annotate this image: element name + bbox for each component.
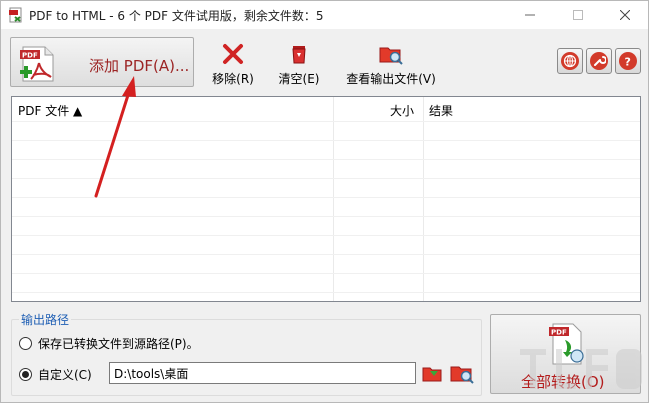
app-icon: [8, 7, 24, 23]
custom-path-input[interactable]: [109, 362, 416, 384]
folder-open-icon: [422, 367, 442, 382]
view-output-button[interactable]: 查看输出文件(V): [341, 43, 441, 87]
add-pdf-button[interactable]: PDF 添加 PDF(A)...: [10, 37, 194, 87]
remove-button[interactable]: 移除(R): [208, 43, 258, 87]
output-path-group-title: 输出路径: [19, 311, 72, 328]
close-button[interactable]: [605, 1, 645, 29]
web-button[interactable]: [557, 48, 583, 74]
radio-circle[interactable]: [19, 337, 32, 350]
svg-text:PDF: PDF: [22, 52, 38, 60]
row-gridline: [12, 235, 640, 236]
maximize-button[interactable]: [558, 1, 598, 29]
folder-search-icon: [450, 366, 474, 384]
radio-custom-path[interactable]: 自定义(C): [19, 366, 92, 383]
file-list[interactable]: PDF 文件 ▲ 大小 结果: [11, 96, 641, 302]
view-output-label: 查看输出文件(V): [346, 72, 436, 86]
title-bar: PDF to HTML - 6 个 PDF 文件试用版，剩余文件数：5: [1, 1, 648, 29]
column-divider: [423, 97, 424, 301]
row-gridline: [12, 197, 640, 198]
add-pdf-label: 添加 PDF(A)...: [89, 57, 190, 75]
app-window: PDF to HTML - 6 个 PDF 文件试用版，剩余文件数：5 PDF …: [0, 0, 649, 403]
column-header-size[interactable]: 大小: [390, 102, 414, 119]
window-title: PDF to HTML - 6 个 PDF 文件试用版，剩余文件数：5: [29, 9, 324, 23]
output-path-group: 输出路径 保存已转换文件到源路径(P)。 自定义(C): [11, 311, 482, 396]
column-divider: [333, 97, 334, 301]
clear-label: 清空(E): [278, 72, 320, 86]
row-gridline: [12, 178, 640, 179]
svg-text:?: ?: [625, 56, 631, 69]
clear-button[interactable]: 清空(E): [274, 43, 324, 87]
recycle-bin-icon: [274, 43, 324, 68]
row-gridline: [12, 292, 640, 293]
browse-folder-button[interactable]: [421, 362, 445, 384]
row-gridline: [12, 121, 640, 122]
watermark-logo: [516, 341, 646, 400]
row-gridline: [12, 216, 640, 217]
question-icon: ?: [619, 52, 637, 70]
settings-button[interactable]: [586, 48, 612, 74]
radio-save-to-source-label: 保存已转换文件到源路径(P)。: [38, 337, 199, 351]
folder-search-icon: [341, 43, 441, 68]
column-header-pdf-file[interactable]: PDF 文件 ▲: [18, 102, 82, 119]
row-gridline: [12, 140, 640, 141]
help-button[interactable]: ?: [615, 48, 641, 74]
radio-save-to-source[interactable]: 保存已转换文件到源路径(P)。: [19, 335, 199, 352]
red-x-icon: [208, 43, 258, 68]
remove-label: 移除(R): [212, 72, 254, 86]
wrench-icon: [590, 52, 608, 70]
svg-text:PDF: PDF: [551, 329, 567, 337]
radio-custom-path-label: 自定义(C): [38, 368, 92, 382]
pdf-add-icon: PDF: [17, 45, 59, 86]
row-gridline: [12, 159, 640, 160]
globe-icon: [561, 52, 579, 70]
row-gridline: [12, 254, 640, 255]
column-header-result[interactable]: 结果: [429, 102, 453, 119]
file-list-header: PDF 文件 ▲ 大小 结果: [12, 97, 640, 121]
row-gridline: [12, 273, 640, 274]
minimize-button[interactable]: [510, 1, 550, 29]
radio-circle-selected[interactable]: [19, 368, 32, 381]
open-output-folder-button[interactable]: [450, 362, 474, 384]
